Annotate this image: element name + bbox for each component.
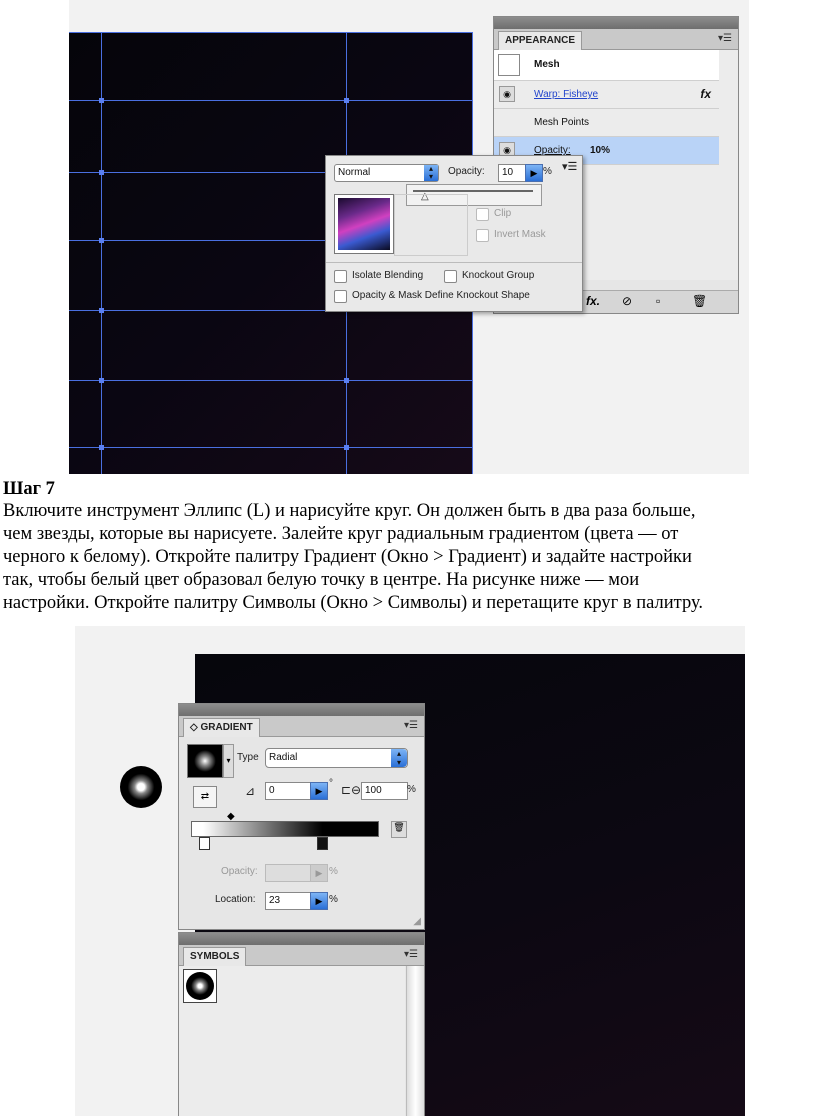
mesh-point[interactable]: [344, 445, 349, 450]
transparency-popup: Normal ▴ ▾ Opacity: 10 ▶ % ▾☰ △ Clip Inve…: [325, 155, 583, 312]
angle-input[interactable]: 0: [265, 782, 312, 800]
symbol-swatch-circle[interactable]: [183, 969, 217, 1003]
mesh-point[interactable]: [99, 308, 104, 313]
aspect-ratio-icon: ⊏⊖: [341, 783, 362, 797]
knockout-group-checkbox[interactable]: [444, 270, 457, 283]
clip-checkbox[interactable]: [476, 208, 489, 221]
duplicate-icon[interactable]: ▫: [656, 294, 660, 308]
color-stop-white[interactable]: [199, 837, 210, 850]
delete-stop-icon[interactable]: 🗑: [391, 821, 407, 838]
radial-circle-artwork[interactable]: [120, 766, 162, 808]
aspect-ratio-input[interactable]: 100: [361, 782, 408, 800]
mesh-point[interactable]: [344, 98, 349, 103]
gradient-type-select[interactable]: Radial ▴ ▾: [265, 748, 408, 768]
gradient-panel: ◇ GRADIENT ▾☰ ▾ Type Radial ▴ ▾ ⇄ ⊿ 0 ▶ °…: [178, 703, 425, 930]
panel-titlebar[interactable]: [179, 933, 424, 945]
step-line: настройки. Откройте палитру Символы (Окн…: [3, 593, 703, 613]
mesh-point[interactable]: [99, 170, 104, 175]
isolate-blending-checkbox[interactable]: [334, 270, 347, 283]
updown-icon: ▴ ▾: [391, 749, 407, 767]
location-input[interactable]: 23: [265, 892, 312, 910]
clear-appearance-icon[interactable]: ⊘: [622, 294, 632, 308]
popup-menu-icon[interactable]: ▾☰: [562, 160, 577, 173]
gradient-swatch[interactable]: [187, 744, 223, 778]
screenshot-gradient: ◇ GRADIENT ▾☰ ▾ Type Radial ▴ ▾ ⇄ ⊿ 0 ▶ °…: [75, 626, 745, 1116]
mesh-point[interactable]: [99, 445, 104, 450]
panel-menu-icon[interactable]: ▾☰: [718, 33, 732, 44]
invert-mask-checkbox[interactable]: [476, 229, 489, 242]
step-line: Включите инструмент Эллипс (L) и нарисуй…: [3, 501, 696, 521]
mesh-point[interactable]: [344, 378, 349, 383]
panel-titlebar[interactable]: [179, 704, 424, 716]
location-arrow-button[interactable]: ▶: [310, 892, 328, 910]
eye-icon[interactable]: ◉: [499, 86, 515, 102]
opacity-input[interactable]: 10: [498, 164, 527, 182]
add-effect-icon[interactable]: fx.: [586, 294, 600, 308]
step-line: так, чтобы белый цвет образовал белую то…: [3, 570, 640, 590]
angle-arrow-button[interactable]: ▶: [310, 782, 328, 800]
screenshot-appearance: APPEARANCE ▾☰ Mesh ◉ Warp: Fisheye fx Me…: [69, 0, 749, 474]
stop-opacity-input[interactable]: [265, 864, 312, 882]
panel-titlebar[interactable]: [494, 17, 738, 29]
panel-menu-icon[interactable]: ▾☰: [404, 949, 418, 960]
angle-icon: ⊿: [245, 784, 256, 798]
blend-mode-select[interactable]: Normal ▴ ▾: [334, 164, 439, 182]
stop-opacity-arrow-button[interactable]: ▶: [310, 864, 328, 882]
reverse-gradient-button[interactable]: ⇄: [193, 786, 217, 808]
mesh-point[interactable]: [99, 98, 104, 103]
symbols-panel: SYMBOLS ▾☰: [178, 932, 425, 1116]
appearance-row-mesh-points[interactable]: Mesh Points: [494, 109, 719, 137]
step-line: чем звезды, которые вы нарисуете. Залейт…: [3, 524, 679, 544]
mesh-point[interactable]: [99, 238, 104, 243]
tab-symbols[interactable]: SYMBOLS: [183, 947, 247, 966]
opacity-arrow-button[interactable]: ▶: [525, 164, 543, 182]
opacity-mask-knockout-checkbox[interactable]: [334, 290, 347, 303]
mask-thumbnail: [334, 194, 394, 254]
gradient-ramp[interactable]: [191, 821, 379, 837]
updown-icon: ▴ ▾: [424, 165, 438, 181]
fx-icon[interactable]: fx: [700, 87, 711, 101]
step-line: черного к белому). Откройте палитру Град…: [3, 547, 692, 567]
color-stop-black[interactable]: [317, 837, 328, 850]
tab-appearance[interactable]: APPEARANCE: [498, 31, 583, 50]
appearance-row-mesh[interactable]: Mesh: [494, 50, 719, 81]
symbols-scrollbar[interactable]: [406, 966, 424, 1116]
tab-gradient[interactable]: ◇ GRADIENT: [183, 718, 260, 737]
step-title: Шаг 7: [3, 479, 55, 499]
swatch-dropdown-icon[interactable]: ▾: [223, 744, 234, 778]
appearance-row-warp[interactable]: ◉ Warp: Fisheye fx: [494, 81, 719, 109]
resize-grip-icon[interactable]: ◢: [413, 916, 421, 927]
trash-icon[interactable]: 🗑: [692, 294, 707, 308]
mesh-point[interactable]: [99, 378, 104, 383]
panel-menu-icon[interactable]: ▾☰: [404, 720, 418, 731]
